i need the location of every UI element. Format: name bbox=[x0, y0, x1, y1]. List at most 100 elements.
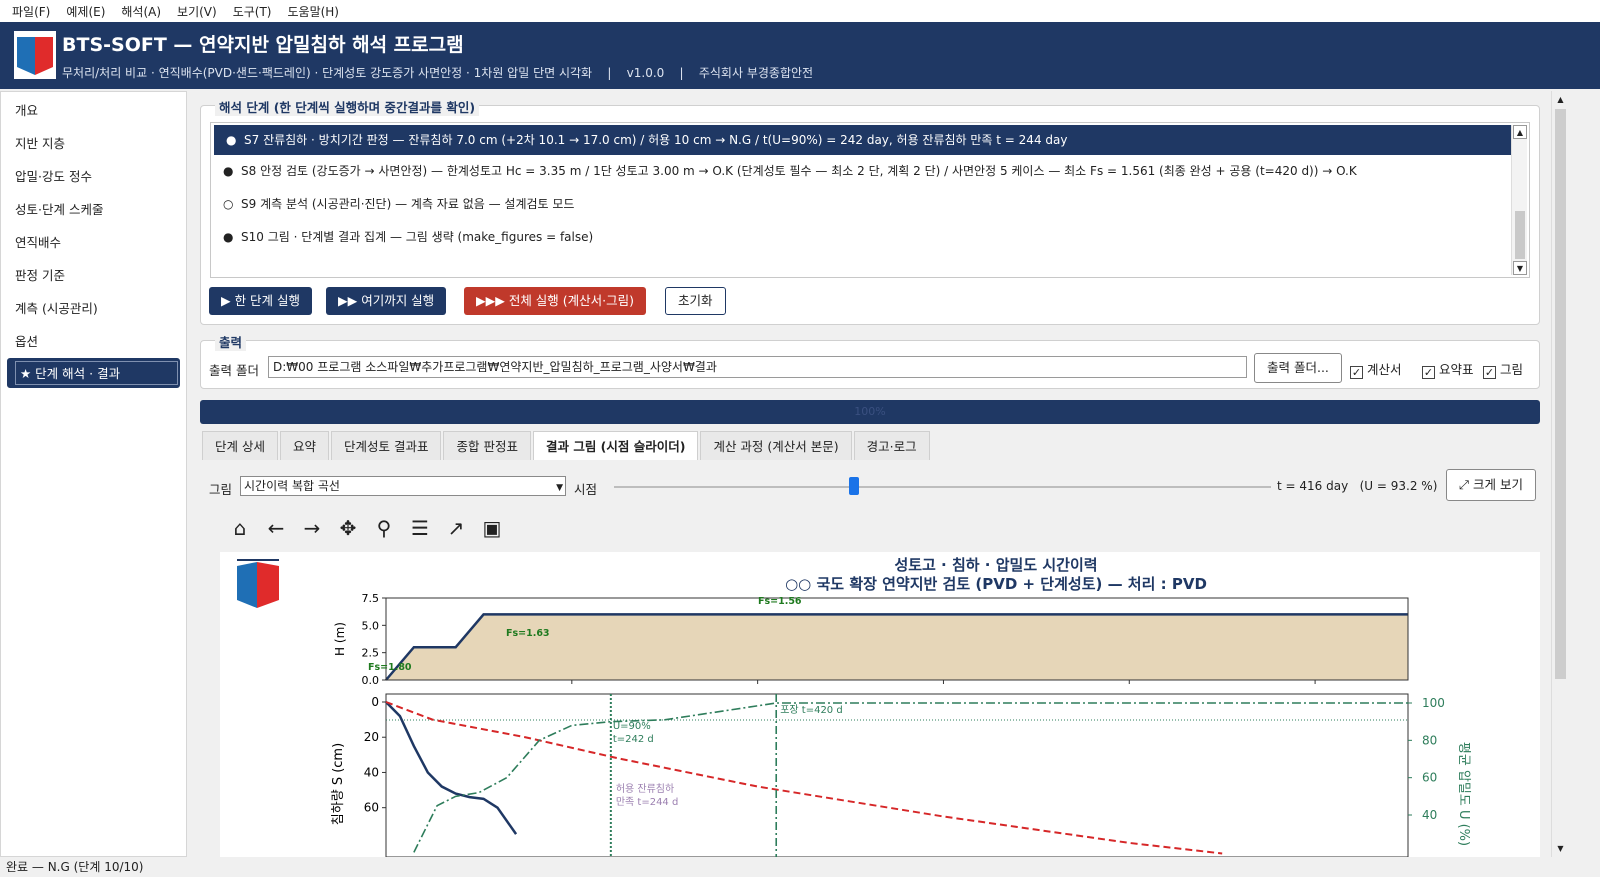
step-text: S9 계측 분석 (시공관리·진단) — 계측 자료 없음 — 설계검토 모드 bbox=[241, 197, 575, 211]
time-slider-thumb[interactable] bbox=[849, 477, 859, 495]
bottom-axes-frame bbox=[385, 693, 1409, 858]
steps-group-title: 해석 단계 (한 단계씩 실행하며 중간결과를 확인) bbox=[215, 97, 480, 116]
run-all-button[interactable]: ▶▶▶ 전체 실행 (계산서·그림) bbox=[464, 287, 646, 315]
forward-icon[interactable]: → bbox=[300, 516, 324, 540]
settlement-treated-line bbox=[385, 701, 518, 835]
scroll-thumb[interactable] bbox=[1555, 109, 1566, 679]
scroll-thumb[interactable] bbox=[1515, 211, 1525, 259]
fs-annotation: Fs=1.56 bbox=[758, 596, 802, 607]
time-slider[interactable] bbox=[614, 486, 1271, 488]
chevron-down-icon: ▼ bbox=[556, 483, 563, 493]
checkbox-icon: ✓ bbox=[1350, 366, 1363, 379]
residual-annotation: 허용 잔류침하 bbox=[616, 782, 674, 795]
chart-canvas: 성토고 · 침하 · 압밀도 시간이력 ○○ 국도 확장 연약지반 검토 (PV… bbox=[237, 556, 1471, 858]
tab-summary[interactable]: 요약 bbox=[279, 431, 329, 460]
figure-checkbox-label: 그림 bbox=[1500, 362, 1524, 377]
home-icon[interactable]: ⌂ bbox=[228, 516, 252, 540]
sidebar-item-options[interactable]: 옵션 bbox=[1, 325, 186, 358]
step-bullet: ○ bbox=[223, 197, 234, 211]
top-axes: 0.0 2.5 5.0 7.5 H (m) Fs=1.80 Fs=1.63 Fs=1.56 bbox=[333, 592, 1409, 687]
sidebar-item-monitoring[interactable]: 계측 (시공관리) bbox=[1, 292, 186, 325]
progress-label: 100% bbox=[854, 405, 886, 418]
main-area: 해석 단계 (한 단계씩 실행하며 중간결과를 확인) ● S7 잔류침하 · 방… bbox=[190, 91, 1548, 858]
page-scrollbar[interactable]: ▲ ▼ bbox=[1551, 91, 1568, 857]
back-icon[interactable]: ← bbox=[264, 516, 288, 540]
step-text: S8 안정 검토 (강도증가 → 사면안정) — 한계성토고 Hc = 3.35… bbox=[241, 164, 1357, 178]
edit-axes-icon[interactable]: ↗ bbox=[444, 516, 468, 540]
figure-select-value: 시간이력 복합 곡선 bbox=[244, 479, 340, 493]
browse-output-button[interactable]: 출력 폴더... bbox=[1254, 353, 1342, 383]
sidebar-item-criteria[interactable]: 판정 기준 bbox=[1, 259, 186, 292]
bottom-y2label: 평균 압밀도 U (%) bbox=[1456, 742, 1471, 846]
step-text: S10 그림 · 단계별 결과 집계 — 그림 생략 (make_figures… bbox=[241, 230, 594, 244]
time-label: 시점 bbox=[574, 482, 598, 497]
subplots-icon[interactable]: ☰ bbox=[408, 516, 432, 540]
step-row[interactable]: ● S7 잔류침하 · 방치기간 판정 — 잔류침하 7.0 cm (+2차 10… bbox=[214, 125, 1526, 155]
output-folder-field[interactable]: D:₩00 프로그램 소스파일₩추가프로그램₩연약지반_압밀침하_프로그램_사양… bbox=[268, 356, 1247, 378]
run-until-here-button[interactable]: ▶▶ 여기까지 실행 bbox=[326, 287, 447, 315]
tab-stage-table[interactable]: 단계성토 결과표 bbox=[331, 431, 442, 460]
sidebar-item-label: ★ 단계 해석 · 결과 bbox=[15, 361, 178, 385]
summary-checkbox[interactable]: ✓ 요약표 bbox=[1422, 359, 1474, 379]
app-subtitle: 무처리/처리 비교 · 연직배수(PVD·샌드·팩드레인) · 단계성토 강도증… bbox=[62, 66, 814, 80]
y2-tick-label: 80 bbox=[1422, 733, 1437, 747]
menu-tools[interactable]: 도구(T) bbox=[225, 3, 280, 20]
figure-checkbox[interactable]: ✓ 그림 bbox=[1483, 359, 1523, 379]
checkbox-icon: ✓ bbox=[1422, 366, 1435, 379]
y-tick-label: 0 bbox=[371, 695, 379, 709]
expand-figure-button[interactable]: ⤢ 크게 보기 bbox=[1446, 469, 1536, 501]
tab-figures[interactable]: 결과 그림 (시점 슬라이더) bbox=[532, 431, 699, 460]
steps-scrollbar[interactable]: ▲ ▼ bbox=[1511, 125, 1527, 275]
consolidation-line bbox=[413, 702, 1408, 853]
sidebar: 개요 지반 지층 압밀·강도 정수 성토·단계 스케줄 연직배수 판정 기준 계… bbox=[0, 91, 187, 857]
chart-subtitle: ○○ 국도 확장 연약지반 검토 (PVD + 단계성토) — 처리 : PVD bbox=[785, 575, 1207, 593]
scroll-down-icon[interactable]: ▼ bbox=[1554, 842, 1567, 855]
bottom-ylabel: 침하량 S (cm) bbox=[331, 743, 346, 825]
pavement-annotation: 포장 t=420 d bbox=[780, 704, 843, 716]
menu-analysis[interactable]: 해석(A) bbox=[113, 3, 169, 20]
figure-logo bbox=[237, 559, 279, 608]
sidebar-item-schedule[interactable]: 성토·단계 스케줄 bbox=[1, 193, 186, 226]
step-row[interactable]: ○ S9 계측 분석 (시공관리·진단) — 계측 자료 없음 — 설계검토 모드 bbox=[211, 188, 1529, 221]
tab-step-detail[interactable]: 단계 상세 bbox=[202, 431, 278, 460]
menu-examples[interactable]: 예제(E) bbox=[58, 3, 113, 20]
tab-judgement[interactable]: 종합 판정표 bbox=[443, 431, 531, 460]
tab-log[interactable]: 경고·로그 bbox=[853, 431, 930, 460]
step-row[interactable]: ● S8 안정 검토 (강도증가 → 사면안정) — 한계성토고 Hc = 3.3… bbox=[211, 155, 1529, 188]
y-tick-label: 60 bbox=[364, 801, 379, 815]
step-bullet: ● bbox=[226, 133, 237, 147]
sidebar-item-strata[interactable]: 지반 지층 bbox=[1, 127, 186, 160]
pan-icon[interactable]: ✥ bbox=[336, 516, 360, 540]
menu-view[interactable]: 보기(V) bbox=[169, 3, 225, 20]
menu-help[interactable]: 도움말(H) bbox=[279, 3, 347, 20]
y-tick-label: 40 bbox=[364, 765, 379, 779]
output-group-title: 출력 bbox=[215, 332, 247, 351]
output-folder-label: 출력 폴더 bbox=[209, 363, 259, 378]
menu-file[interactable]: 파일(F) bbox=[4, 3, 58, 20]
sidebar-item-drain[interactable]: 연직배수 bbox=[1, 226, 186, 259]
save-icon[interactable]: ▣ bbox=[480, 516, 504, 540]
y2-tick-label: 40 bbox=[1422, 808, 1437, 822]
scroll-down-icon[interactable]: ▼ bbox=[1513, 261, 1527, 275]
result-tabs: 단계 상세 요약 단계성토 결과표 종합 판정표 결과 그림 (시점 슬라이더)… bbox=[202, 431, 932, 460]
scroll-up-icon[interactable]: ▲ bbox=[1554, 93, 1567, 106]
fs-annotation: Fs=1.63 bbox=[506, 628, 550, 639]
app-header: BTS-SOFT — 연약지반 압밀침하 해석 프로그램 무처리/처리 비교 ·… bbox=[0, 22, 1600, 89]
run-one-step-button[interactable]: ▶ 한 단계 실행 bbox=[209, 287, 313, 315]
sidebar-item-overview[interactable]: 개요 bbox=[1, 94, 186, 127]
tab-calculation[interactable]: 계산 과정 (계산서 본문) bbox=[700, 431, 852, 460]
sidebar-item-step-analysis[interactable]: ★ 단계 해석 · 결과 bbox=[7, 358, 180, 388]
menu-bar: 파일(F) 예제(E) 해석(A) 보기(V) 도구(T) 도움말(H) bbox=[0, 0, 1600, 22]
zoom-icon[interactable]: ⚲ bbox=[372, 516, 396, 540]
step-row[interactable]: ● S10 그림 · 단계별 결과 집계 — 그림 생략 (make_figure… bbox=[211, 221, 1529, 254]
report-checkbox[interactable]: ✓ 계산서 bbox=[1350, 359, 1402, 379]
figure-select[interactable]: 시간이력 복합 곡선 ▼ bbox=[240, 476, 566, 496]
top-ylabel: H (m) bbox=[333, 622, 347, 656]
y-tick-label: 0.0 bbox=[362, 674, 380, 687]
u90-time-annotation: t=242 d bbox=[613, 734, 654, 745]
scroll-up-icon[interactable]: ▲ bbox=[1513, 125, 1527, 139]
reset-button[interactable]: 초기화 bbox=[665, 287, 726, 315]
step-bullet: ● bbox=[223, 164, 234, 178]
residual-time-annotation: 만족 t=244 d bbox=[616, 796, 679, 808]
sidebar-item-parameters[interactable]: 압밀·강도 정수 bbox=[1, 160, 186, 193]
